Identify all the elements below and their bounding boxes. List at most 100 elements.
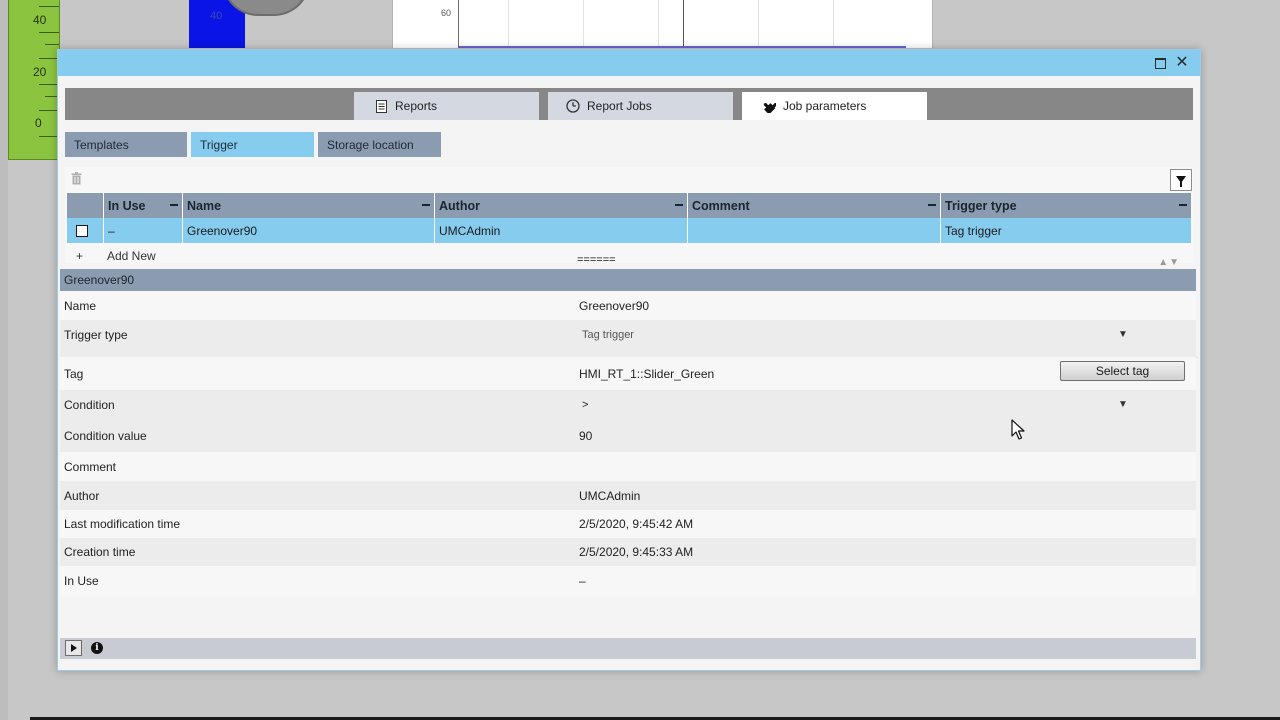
property-value: 2/5/2020, 9:45:42 AM <box>579 517 694 531</box>
detail-header: Greenover90 <box>60 269 1196 291</box>
property-creation-time: Creation time 2/5/2020, 9:45:33 AM <box>60 538 1196 566</box>
add-new-label: Add New <box>107 249 156 261</box>
property-label: Condition value <box>64 428 147 443</box>
chevron-down-icon[interactable]: ▼ <box>1118 329 1128 340</box>
condition-value-input[interactable]: 90 <box>579 429 592 443</box>
column-header-in-use[interactable]: In Use <box>104 193 183 218</box>
chart-y-axis <box>458 0 459 48</box>
gauge-label: 20 <box>33 65 47 79</box>
property-comment: Comment <box>60 452 1196 481</box>
trash-icon <box>71 172 82 185</box>
gauge-label: 40 <box>33 13 47 27</box>
chart-gridline <box>758 0 759 48</box>
clock-icon <box>566 99 580 113</box>
pane-splitter[interactable]: ====== <box>577 255 616 266</box>
collapse-column-icon[interactable] <box>170 204 178 206</box>
chart-gridline <box>508 0 509 48</box>
gauge-tick <box>45 44 59 45</box>
gauge-tick <box>39 110 59 111</box>
puzzle-icon <box>762 99 776 113</box>
property-value[interactable]: Greenover90 <box>579 299 649 313</box>
blue-bar-label: 40 <box>210 10 223 22</box>
property-name: Name Greenover90 <box>60 291 1196 320</box>
property-value: 2/5/2020, 9:45:33 AM <box>579 545 694 559</box>
subtab-storage-location[interactable]: Storage location <box>318 132 441 157</box>
property-grid: Name Greenover90 Trigger type Tag trigge… <box>60 291 1198 596</box>
tab-job-parameters[interactable]: Job parameters <box>742 92 927 120</box>
property-author: Author UMCAdmin <box>60 481 1196 510</box>
collapse-column-icon[interactable] <box>928 204 936 206</box>
property-tag: Tag HMI_RT_1::Slider_Green Select tag <box>60 357 1196 390</box>
dialog-statusbar: i <box>60 638 1196 659</box>
property-label: Last modification time <box>64 517 181 531</box>
chevron-down-icon[interactable]: ▼ <box>1118 399 1128 410</box>
green-level-gauge: 40 20 0 <box>8 0 60 160</box>
report-dialog: ✕ Reports Report Jobs Job parameters Tem… <box>57 49 1201 671</box>
chart-ruler <box>683 0 684 48</box>
property-value: UMCAdmin <box>579 488 641 503</box>
background-screen-edge <box>0 0 8 720</box>
mouse-pointer-icon <box>1011 419 1025 440</box>
tab-label: Reports <box>395 99 438 113</box>
gauge-tick <box>39 6 59 7</box>
chart-gridline <box>583 0 584 48</box>
property-trigger-type: Trigger type Tag trigger ▼ <box>60 320 1196 357</box>
property-label: Creation time <box>64 545 136 559</box>
column-header-comment[interactable]: Comment <box>688 193 941 218</box>
property-label: Trigger type <box>64 328 128 342</box>
chart-series-line <box>459 46 906 48</box>
row-select-cell <box>67 218 104 243</box>
column-select <box>67 193 104 218</box>
tab-report-jobs[interactable]: Report Jobs <box>548 92 733 120</box>
collapse-column-icon[interactable] <box>422 204 430 206</box>
chart-tick-label: 60 <box>441 8 452 18</box>
collapse-column-icon[interactable] <box>1179 204 1187 206</box>
property-value: HMI_RT_1::Slider_Green <box>579 366 715 381</box>
gauge-tick <box>39 58 59 59</box>
subtab-trigger[interactable]: Trigger <box>191 132 314 157</box>
property-label: Condition <box>64 397 115 412</box>
sort-arrows-icon[interactable]: ▲▼ <box>1158 257 1180 268</box>
gauge-tick <box>39 136 59 137</box>
close-icon: ✕ <box>1175 54 1189 71</box>
add-new-row[interactable]: + Add New <box>67 247 1191 261</box>
column-header-label: Trigger type <box>945 198 1017 213</box>
column-header-name[interactable]: Name <box>183 193 435 218</box>
chart-gridline <box>658 0 659 48</box>
select-tag-button[interactable]: Select tag <box>1060 361 1185 381</box>
condition-dropdown[interactable]: > <box>582 399 588 411</box>
table-header: In Use Name Author Comment Trigger type <box>67 193 1191 218</box>
delete-button[interactable] <box>71 172 85 188</box>
table-toolbar <box>65 167 1194 193</box>
row-checkbox[interactable] <box>76 224 88 237</box>
trigger-type-dropdown[interactable]: Tag trigger <box>582 329 634 341</box>
info-icon[interactable]: i <box>91 642 103 654</box>
gauge-label: 0 <box>35 116 42 130</box>
property-value: – <box>579 574 586 588</box>
property-label: Tag <box>64 366 84 381</box>
property-label: Comment <box>64 459 117 474</box>
tab-reports[interactable]: Reports <box>354 92 539 120</box>
cell-author: UMCAdmin <box>435 218 688 243</box>
property-label: Name <box>64 298 97 313</box>
expand-button[interactable] <box>65 640 82 656</box>
maximize-button[interactable] <box>1152 55 1168 71</box>
subtab-templates[interactable]: Templates <box>65 132 187 157</box>
column-header-author[interactable]: Author <box>435 193 688 218</box>
chart-gridline <box>833 0 834 48</box>
property-condition-value: Condition value 90 <box>60 419 1196 452</box>
dialog-titlebar[interactable]: ✕ <box>58 50 1200 76</box>
column-header-trigger-type[interactable]: Trigger type <box>941 193 1191 218</box>
maximize-icon <box>1154 57 1166 69</box>
cell-in-use: – <box>104 218 183 243</box>
cell-trigger-type: Tag trigger <box>945 223 1002 238</box>
play-icon <box>70 644 77 652</box>
close-button[interactable]: ✕ <box>1174 55 1190 71</box>
main-tabbar: Reports Report Jobs Job parameters <box>65 88 1193 120</box>
collapse-column-icon[interactable] <box>675 204 683 206</box>
trigger-table: In Use Name Author Comment Trigger type <box>65 167 1194 263</box>
filter-button[interactable] <box>1170 169 1192 191</box>
table-row[interactable]: – Greenover90 UMCAdmin Tag trigger <box>67 218 1191 243</box>
filter-icon <box>1176 175 1186 187</box>
property-last-modification-time: Last modification time 2/5/2020, 9:45:42… <box>60 510 1196 538</box>
